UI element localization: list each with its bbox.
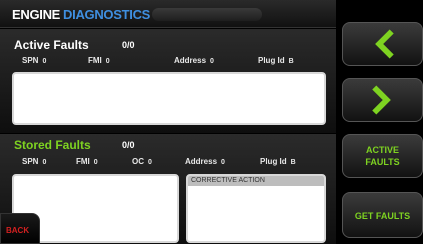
stored-col-plug-id: Plug Id B xyxy=(260,157,296,166)
active-col-fmi: FMI 0 xyxy=(88,56,110,65)
active-faults-title: Active Faults xyxy=(14,38,89,52)
active-col-address: Address 0 xyxy=(174,56,214,65)
page-title-diagnostics: DIAGNOSTICS xyxy=(63,7,151,22)
stored-faults-count: 0/0 xyxy=(122,140,135,150)
title-bar: ENGINE DIAGNOSTICS xyxy=(0,0,336,28)
previous-button[interactable] xyxy=(342,22,423,66)
page-title-engine: ENGINE xyxy=(12,7,61,22)
active-faults-button-line1: ACTIVE xyxy=(365,145,399,155)
chevron-left-icon xyxy=(375,29,394,59)
corrective-action-box[interactable]: CORRECTIVE ACTION xyxy=(186,174,326,243)
stored-col-spn: SPN 0 xyxy=(22,157,47,166)
stored-col-fmi: FMI 0 xyxy=(76,157,98,166)
back-button[interactable]: BACK xyxy=(0,213,40,244)
back-button-label: BACK xyxy=(6,226,30,235)
stored-faults-title: Stored Faults xyxy=(14,138,91,152)
chevron-right-icon xyxy=(372,85,391,115)
stored-col-oc: OC 0 xyxy=(132,157,152,166)
active-faults-button-line2: FAULTS xyxy=(365,157,400,167)
active-col-spn: SPN 0 xyxy=(22,56,47,65)
active-faults-panel: Active Faults 0/0 SPN 0 FMI 0 Address 0 Plu… xyxy=(0,29,336,133)
corrective-action-label: CORRECTIVE ACTION xyxy=(188,176,324,186)
active-faults-count: 0/0 xyxy=(122,40,135,50)
active-faults-list[interactable] xyxy=(12,72,326,125)
active-faults-button[interactable]: ACTIVE FAULTS xyxy=(342,134,423,178)
page-title: ENGINE DIAGNOSTICS xyxy=(12,7,150,22)
title-decoration xyxy=(152,8,262,21)
stored-col-address: Address 0 xyxy=(185,157,225,166)
get-faults-button-label: GET FAULTS xyxy=(354,211,411,221)
active-col-plug-id: Plug Id B xyxy=(258,56,294,65)
stored-faults-panel: Stored Faults 0/0 SPN 0 FMI 0 OC 0 Address 0… xyxy=(0,134,336,244)
get-faults-button[interactable]: GET FAULTS xyxy=(342,192,423,238)
next-button[interactable] xyxy=(342,78,423,122)
